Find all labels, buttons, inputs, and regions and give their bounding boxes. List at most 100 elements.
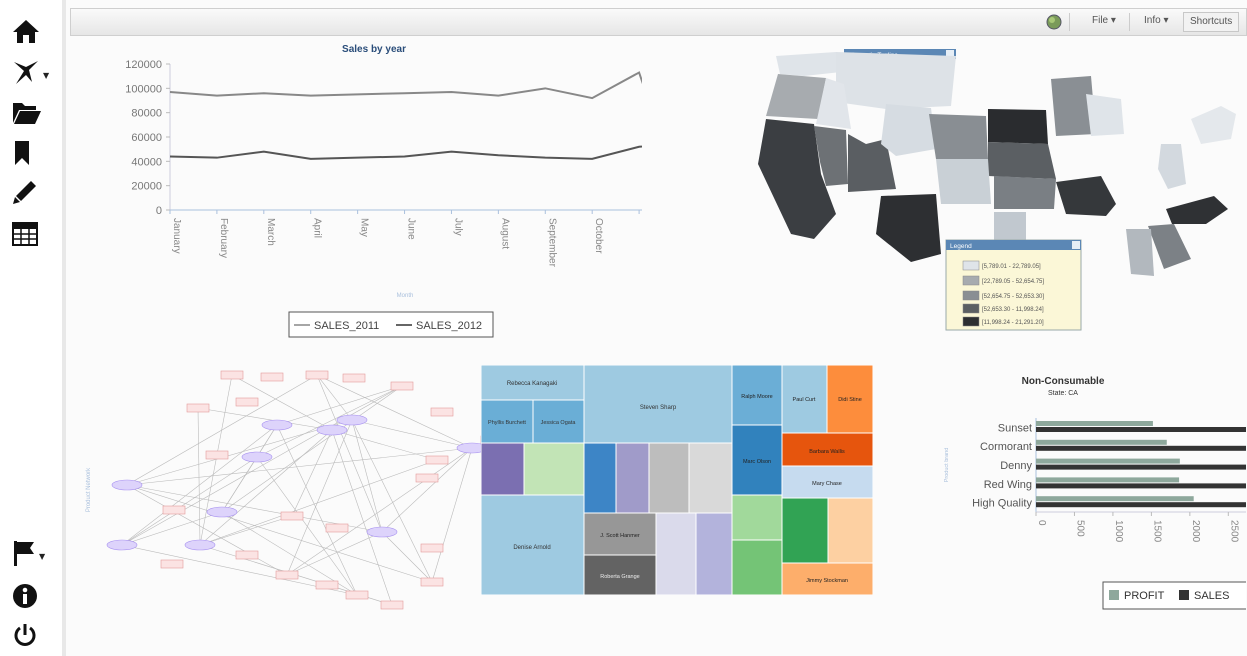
network-node[interactable] <box>380 600 404 610</box>
legend-sales: SALES <box>1194 590 1229 602</box>
us-map: Thematic Tagline <box>758 49 1236 331</box>
x-tick-label: 500 <box>1074 520 1085 537</box>
map-region <box>1056 176 1116 216</box>
x-tick-label: July <box>452 218 463 236</box>
treemap-label: Jimmy Stockman <box>806 578 848 584</box>
network-node[interactable] <box>305 370 329 380</box>
y-tick-label: 80000 <box>131 108 162 120</box>
network-node[interactable] <box>160 559 184 569</box>
edit-button[interactable] <box>12 176 50 208</box>
network-node[interactable] <box>420 577 444 587</box>
network-node[interactable] <box>235 397 259 407</box>
map-region <box>1086 94 1124 136</box>
chevron-down-icon: ▼ <box>39 551 46 561</box>
network-node[interactable] <box>325 523 349 533</box>
network-node[interactable] <box>235 550 259 560</box>
network-node[interactable] <box>345 590 369 600</box>
network-node[interactable] <box>316 424 348 436</box>
network-node[interactable] <box>260 372 284 382</box>
network-node[interactable] <box>106 539 138 551</box>
home-icon <box>13 20 39 43</box>
network-edge <box>316 374 383 533</box>
bar-chart-title: Non-Consumable <box>1022 376 1105 387</box>
map-region <box>929 114 988 159</box>
globe-icon[interactable] <box>1046 14 1062 30</box>
network-node[interactable] <box>342 373 366 383</box>
network-node[interactable] <box>336 414 368 426</box>
folder-open-icon <box>13 103 41 124</box>
network-node[interactable] <box>275 570 299 580</box>
bookmark-button[interactable] <box>12 137 50 169</box>
explore-button[interactable]: ▼ <box>12 56 50 88</box>
x-tick-label: June <box>406 218 417 240</box>
network-ylabel: Product Network <box>86 467 92 512</box>
network-node[interactable] <box>206 506 238 518</box>
y-tick-label: 60000 <box>131 132 162 144</box>
x-tick-label: February <box>218 218 229 258</box>
info-button[interactable] <box>12 580 50 612</box>
network-edge <box>351 419 473 449</box>
x-tick-label: 1500 <box>1151 520 1162 543</box>
x-tick-label: May <box>359 218 370 237</box>
network-node[interactable] <box>111 479 143 491</box>
network-edge <box>199 429 333 546</box>
network-node[interactable] <box>220 370 244 380</box>
network-node[interactable] <box>186 403 210 413</box>
line-chart-legend: SALES_2011 SALES_2012 <box>288 311 494 338</box>
y-tick-label: 0 <box>156 205 162 217</box>
bar-chart-subtitle: State: CA <box>1048 390 1078 397</box>
treemap-label: Marc Olson <box>743 459 771 465</box>
bar-profit <box>1036 496 1194 502</box>
network-node[interactable] <box>280 511 304 521</box>
flag-button[interactable]: ▼ <box>12 537 50 569</box>
explore-icon <box>14 61 38 84</box>
power-button[interactable] <box>12 619 50 651</box>
network-node[interactable] <box>261 419 293 431</box>
network-edge <box>431 447 473 583</box>
legend-profit: PROFIT <box>1124 590 1165 602</box>
network-edge <box>286 419 353 576</box>
network-node[interactable] <box>390 381 414 391</box>
network-node[interactable] <box>430 407 454 417</box>
table-button[interactable] <box>12 218 50 250</box>
info-icon <box>13 584 37 608</box>
home-button[interactable] <box>12 15 50 47</box>
pencil-icon <box>13 181 36 204</box>
x-tick-label: September <box>546 218 557 268</box>
network-node[interactable] <box>315 580 339 590</box>
bar-profit <box>1036 439 1167 445</box>
info-menu[interactable]: Info ▾ <box>1144 15 1168 26</box>
map-legend-item: [22,789.05 - 52,654.75] <box>982 279 1044 285</box>
line-chart-panel: Sales by year 0 20000 40000 60000 80000 10000… <box>82 40 698 345</box>
table-icon <box>12 222 38 246</box>
network-node[interactable] <box>184 539 216 551</box>
map-legend-item: [52,653.30 - 11,998.24] <box>982 307 1044 313</box>
y-tick-label: High Quality <box>972 498 1032 510</box>
network-node[interactable] <box>241 451 273 463</box>
network-node[interactable] <box>420 543 444 553</box>
map-region <box>1191 106 1236 144</box>
shortcuts-button[interactable]: Shortcuts <box>1183 12 1240 32</box>
network-node[interactable] <box>366 526 398 538</box>
map-region <box>766 74 826 119</box>
treemap: Rebecca Kanagaki Phyllis Burchett Jessic… <box>480 364 874 596</box>
network-node[interactable] <box>162 505 186 515</box>
bar-chart-ylabel: Product brand <box>944 448 950 483</box>
map-region <box>988 109 1048 144</box>
network-edge <box>291 429 333 517</box>
bar-profit <box>1036 458 1180 464</box>
file-menu[interactable]: File ▾ <box>1092 15 1116 26</box>
open-folder-button[interactable] <box>12 96 50 128</box>
map-region <box>1148 224 1191 269</box>
network-node[interactable] <box>205 450 229 460</box>
map-region <box>936 159 991 204</box>
map-legend-close-icon[interactable] <box>1072 241 1080 249</box>
network-node[interactable] <box>456 442 488 454</box>
network-node[interactable] <box>425 455 449 465</box>
bar-profit <box>1036 421 1153 426</box>
map-legend-item: [52,654.75 - 52,653.30] <box>982 294 1044 300</box>
bookmark-icon <box>15 141 29 165</box>
network-node[interactable] <box>415 473 439 483</box>
bar-sales <box>1036 445 1247 451</box>
map-region <box>988 142 1056 179</box>
